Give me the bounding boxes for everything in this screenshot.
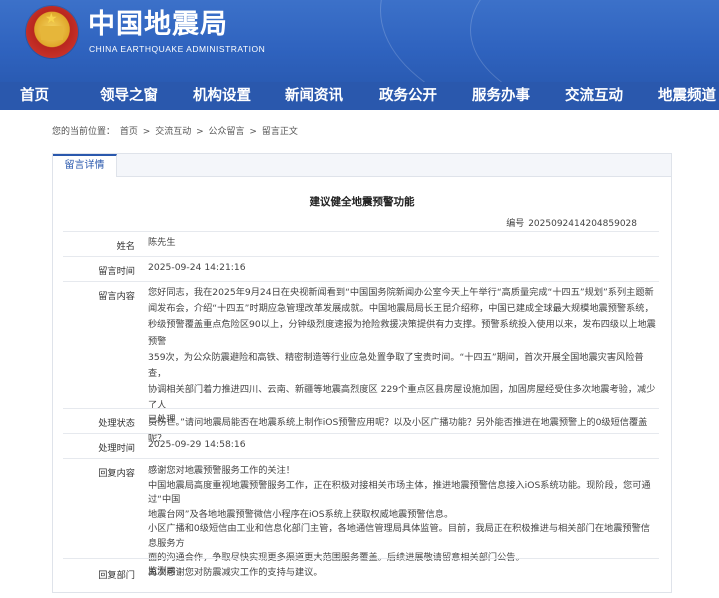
- breadcrumb-separator: >: [142, 127, 151, 137]
- nav-item-home[interactable]: 首页: [20, 82, 49, 110]
- message-number: 编号 2025092414204859028: [506, 216, 637, 229]
- breadcrumb-prefix: 您的当前位置：: [52, 127, 116, 137]
- breadcrumb-item-public-messages[interactable]: 公众留言: [209, 127, 245, 137]
- nav-item-interaction[interactable]: 交流互动: [565, 82, 623, 110]
- message-content-line: 您好同志，我在2025年9月24日在央视新闻看到“中国国务院新闻办公室今天上午举…: [148, 287, 654, 298]
- message-content-line: 359次，为公众防震避险和高铁、精密制造等行业应急处置争取了宝贵时间。“十四五”…: [148, 351, 644, 380]
- message-content-line: 秒级预警覆盖重点危险区90以上，分钟级烈度速报为抢险救援决策提供有力支撑。预警系…: [148, 319, 656, 347]
- nav-item-earthquake-channel[interactable]: 地震频道: [658, 82, 716, 110]
- breadcrumb-item-current: 留言正文: [261, 127, 298, 137]
- main-nav: 首页 领导之窗 机构设置 新闻资讯 政务公开 服务办事 交流互动 地震频道: [0, 82, 719, 110]
- star-icon: ★: [45, 11, 58, 27]
- nav-item-government-affairs[interactable]: 政务公开: [379, 82, 437, 110]
- header-decoration-arc: [470, 0, 719, 82]
- message-content-line: 闻发布会，介绍“十四五”时期应急管理改革发展成就。中国地震局局长王昆介绍称，中国…: [148, 303, 654, 315]
- row-message-time: 留言时间 2025-09-24 14:21:16: [63, 256, 659, 281]
- status-value: 已处理: [148, 414, 176, 425]
- reply-content-line: 感谢您对地震预警服务工作的关注！: [148, 465, 295, 476]
- gate-icon: [41, 26, 63, 40]
- nav-item-services[interactable]: 服务办事: [472, 82, 530, 110]
- reply-department-value: 监测司: [148, 566, 176, 577]
- breadcrumb-item-home[interactable]: 首页: [120, 127, 138, 137]
- handle-time-label: 处理时间: [98, 443, 135, 454]
- breadcrumb: 您的当前位置： 首页 > 交流互动 > 公众留言 > 留言正文: [52, 124, 300, 137]
- message-detail-panel: 留言详情 建议健全地震预警功能 编号 2025092414204859028 姓名…: [52, 153, 672, 593]
- nav-item-news[interactable]: 新闻资讯: [285, 82, 343, 110]
- row-name: 姓名 陈先生: [63, 231, 659, 256]
- breadcrumb-item-interaction[interactable]: 交流互动: [155, 127, 191, 137]
- name-label: 姓名: [116, 241, 135, 252]
- row-status: 处理状态 已处理: [63, 408, 659, 433]
- message-number-value: 2025092414204859028: [528, 219, 637, 229]
- message-time-value: 2025-09-24 14:21:16: [148, 262, 246, 273]
- message-number-label: 编号: [506, 219, 525, 229]
- row-handle-time: 处理时间 2025-09-29 14:58:16: [63, 433, 659, 458]
- message-time-label: 留言时间: [98, 266, 135, 277]
- message-title: 建议健全地震预警功能: [309, 196, 415, 208]
- reply-content-line: 小区广播和0级短信由工业和信息化部门主管，各地通信管理局具体监管。目前，我局正在…: [148, 523, 650, 549]
- reply-content-line: 地震台网”及各地地震预警微信小程序在iOS系统上获取权威地震预警信息。: [148, 508, 454, 520]
- name-value: 陈先生: [148, 237, 176, 248]
- reply-content-label: 回复内容: [98, 468, 135, 479]
- nav-item-organization[interactable]: 机构设置: [193, 82, 251, 110]
- status-label: 处理状态: [98, 418, 135, 429]
- row-message-content: 留言内容 您好同志，我在2025年9月24日在央视新闻看到“中国国务院新闻办公室…: [63, 281, 659, 444]
- site-title[interactable]: 中国地震局: [88, 8, 228, 42]
- reply-department-label: 回复部门: [98, 570, 135, 581]
- national-emblem-icon[interactable]: ★: [26, 6, 78, 58]
- row-reply-content: 回复内容 感谢您对地震预警服务工作的关注！ 中国地震局高度重视地震预警服务工作，…: [63, 458, 659, 578]
- nav-item-leaders[interactable]: 领导之窗: [100, 82, 158, 110]
- site-header: ★ 中国地震局 CHINA EARTHQUAKE ADMINISTRATION: [0, 0, 719, 82]
- handle-time-value: 2025-09-29 14:58:16: [148, 439, 246, 450]
- site-subtitle: CHINA EARTHQUAKE ADMINISTRATION: [89, 44, 266, 54]
- message-content-label: 留言内容: [98, 291, 135, 302]
- breadcrumb-separator: >: [196, 127, 204, 137]
- row-reply-department: 回复部门 监测司: [63, 558, 659, 592]
- breadcrumb-separator: >: [249, 127, 257, 137]
- tab-message-detail[interactable]: 留言详情: [53, 154, 117, 177]
- reply-content-line: 中国地震局高度重视地震预警服务工作，正在积极对接相关市场主体，推进地震预警信息接…: [148, 479, 651, 506]
- tab-bar: 留言详情: [53, 154, 671, 177]
